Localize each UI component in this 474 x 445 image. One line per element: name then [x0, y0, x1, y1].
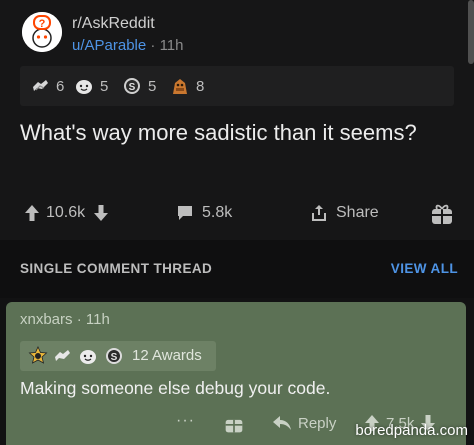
post-age: 11h	[159, 37, 184, 54]
comments-button[interactable]: 5.8k	[176, 204, 232, 222]
svg-text:S: S	[129, 82, 136, 93]
meta-separator: ·	[76, 311, 82, 328]
downvote-icon[interactable]	[93, 204, 109, 222]
share-button[interactable]: Share	[310, 204, 379, 222]
reply-button[interactable]: Reply	[272, 414, 336, 432]
comment-meta: xnxbars · 11h	[20, 311, 110, 328]
helping-hand-icon	[55, 350, 70, 361]
helping-hand-icon	[33, 80, 48, 91]
subreddit-name[interactable]: r/AskReddit	[72, 15, 155, 33]
award-count: 8	[196, 77, 205, 95]
subreddit-avatar[interactable]: ?	[22, 12, 62, 52]
silver-icon: S	[106, 348, 122, 364]
award-helping-hand: 6	[30, 76, 64, 96]
gold-award-icon	[28, 346, 48, 364]
vote-group: 10.6k	[24, 204, 117, 222]
gift-icon	[432, 204, 452, 224]
post-title[interactable]: What's way more sadistic than it seems?	[20, 118, 440, 147]
comment-count: 5.8k	[202, 204, 233, 221]
svg-text:S: S	[111, 352, 118, 363]
award-bravo: 8	[170, 76, 204, 96]
comment-bubble-icon	[178, 206, 192, 220]
silver-icon: S	[124, 78, 140, 94]
reply-icon	[273, 416, 291, 430]
askreddit-logo-icon: ?	[22, 12, 62, 52]
give-award-button[interactable]	[430, 202, 462, 226]
wholesome-icon	[76, 80, 92, 94]
award-silver: S 5	[122, 76, 156, 96]
thread-header: SINGLE COMMENT THREAD VIEW ALL	[0, 240, 474, 298]
award-count: 5	[148, 77, 157, 95]
post-actions: 10.6k 5.8k Share	[0, 200, 474, 230]
comment-awards[interactable]: S 12 Awards	[20, 341, 216, 371]
post-meta: u/AParable · 11h	[72, 37, 183, 54]
svg-text:?: ?	[39, 18, 46, 30]
award-count: 5	[100, 77, 109, 95]
award-count: 6	[56, 77, 65, 95]
reply-label: Reply	[298, 414, 337, 432]
share-icon	[312, 205, 326, 221]
comment-age: 11h	[85, 311, 110, 328]
upvote-count: 10.6k	[46, 204, 86, 221]
awards-count-label: 12 Awards	[132, 347, 202, 364]
meta-separator: ·	[150, 37, 156, 54]
comment-give-award-button[interactable]	[224, 414, 244, 434]
comment-author[interactable]: xnxbars	[20, 311, 73, 328]
post-author[interactable]: u/AParable	[72, 37, 146, 54]
post-card: ? r/AskReddit u/AParable · 11h 6 5 S 5 8…	[0, 0, 474, 240]
wholesome-icon	[80, 350, 96, 364]
post-awards[interactable]: 6 5 S 5 8	[20, 66, 454, 106]
comment-body: Making someone else debug your code.	[20, 378, 331, 398]
gift-icon	[225, 419, 243, 433]
watermark: boredpanda.com	[355, 422, 468, 439]
share-label: Share	[336, 204, 379, 221]
award-wholesome: 5	[74, 76, 108, 96]
single-comment-thread-label: SINGLE COMMENT THREAD	[20, 261, 213, 276]
scrollbar[interactable]	[468, 0, 474, 64]
bravo-icon	[173, 79, 187, 94]
view-all-button[interactable]: VIEW ALL	[391, 261, 458, 276]
more-options-button[interactable]: ···	[176, 412, 195, 430]
upvote-icon[interactable]	[24, 204, 40, 222]
